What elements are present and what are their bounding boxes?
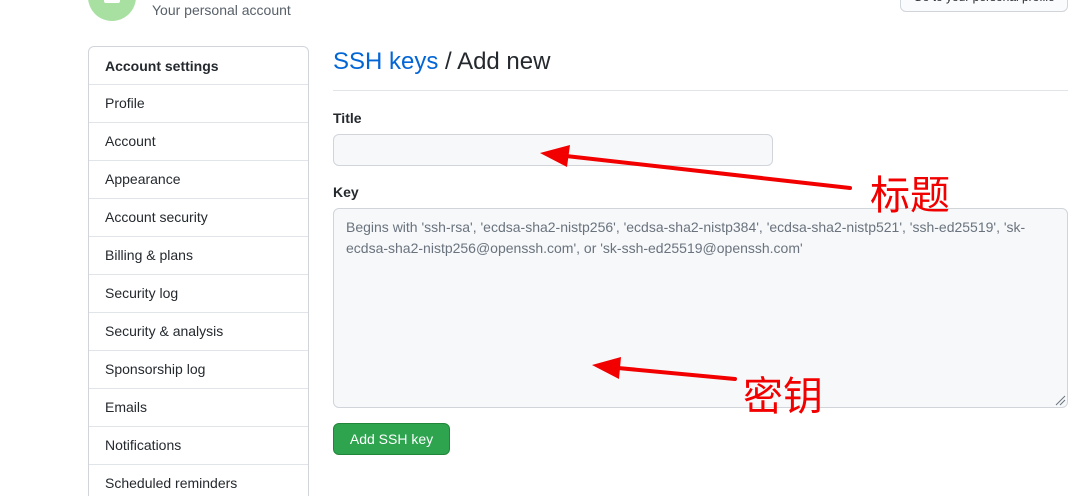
key-label: Key (333, 184, 359, 200)
breadcrumb-separator: / (438, 48, 458, 75)
key-textarea[interactable] (333, 208, 1068, 408)
page-title: SSH keys / Add new (333, 48, 550, 76)
sidebar-item-sponsorship-log[interactable]: Sponsorship log (89, 351, 308, 389)
breadcrumb-current: Add new (457, 48, 551, 75)
go-to-profile-button[interactable]: Go to your personal profile (900, 0, 1068, 12)
sidebar-heading: Account settings (89, 47, 308, 85)
title-divider (333, 90, 1068, 91)
sidebar-item-account[interactable]: Account (89, 123, 308, 161)
account-subtitle: Your personal account (152, 2, 291, 18)
avatar[interactable] (88, 0, 136, 21)
annotation-title-note: 标题 (870, 173, 950, 219)
title-label: Title (333, 110, 362, 126)
breadcrumb-ssh-keys-link[interactable]: SSH keys (333, 48, 438, 75)
sidebar-item-notifications[interactable]: Notifications (89, 427, 308, 465)
avatar-image (104, 0, 120, 3)
sidebar-item-billing[interactable]: Billing & plans (89, 237, 308, 275)
sidebar-item-appearance[interactable]: Appearance (89, 161, 308, 199)
sidebar-item-emails[interactable]: Emails (89, 389, 308, 427)
sidebar-item-security-analysis[interactable]: Security & analysis (89, 313, 308, 351)
sidebar-item-security-log[interactable]: Security log (89, 275, 308, 313)
annotation-key-note: 密钥 (743, 374, 823, 420)
title-input[interactable] (333, 134, 773, 166)
sidebar-item-account-security[interactable]: Account security (89, 199, 308, 237)
settings-sidebar: Account settings Profile Account Appeara… (88, 46, 309, 496)
sidebar-item-scheduled-reminders[interactable]: Scheduled reminders (89, 465, 308, 496)
resize-grip-icon[interactable] (1055, 395, 1066, 406)
add-ssh-key-button[interactable]: Add SSH key (333, 423, 450, 455)
sidebar-item-profile[interactable]: Profile (89, 85, 308, 123)
